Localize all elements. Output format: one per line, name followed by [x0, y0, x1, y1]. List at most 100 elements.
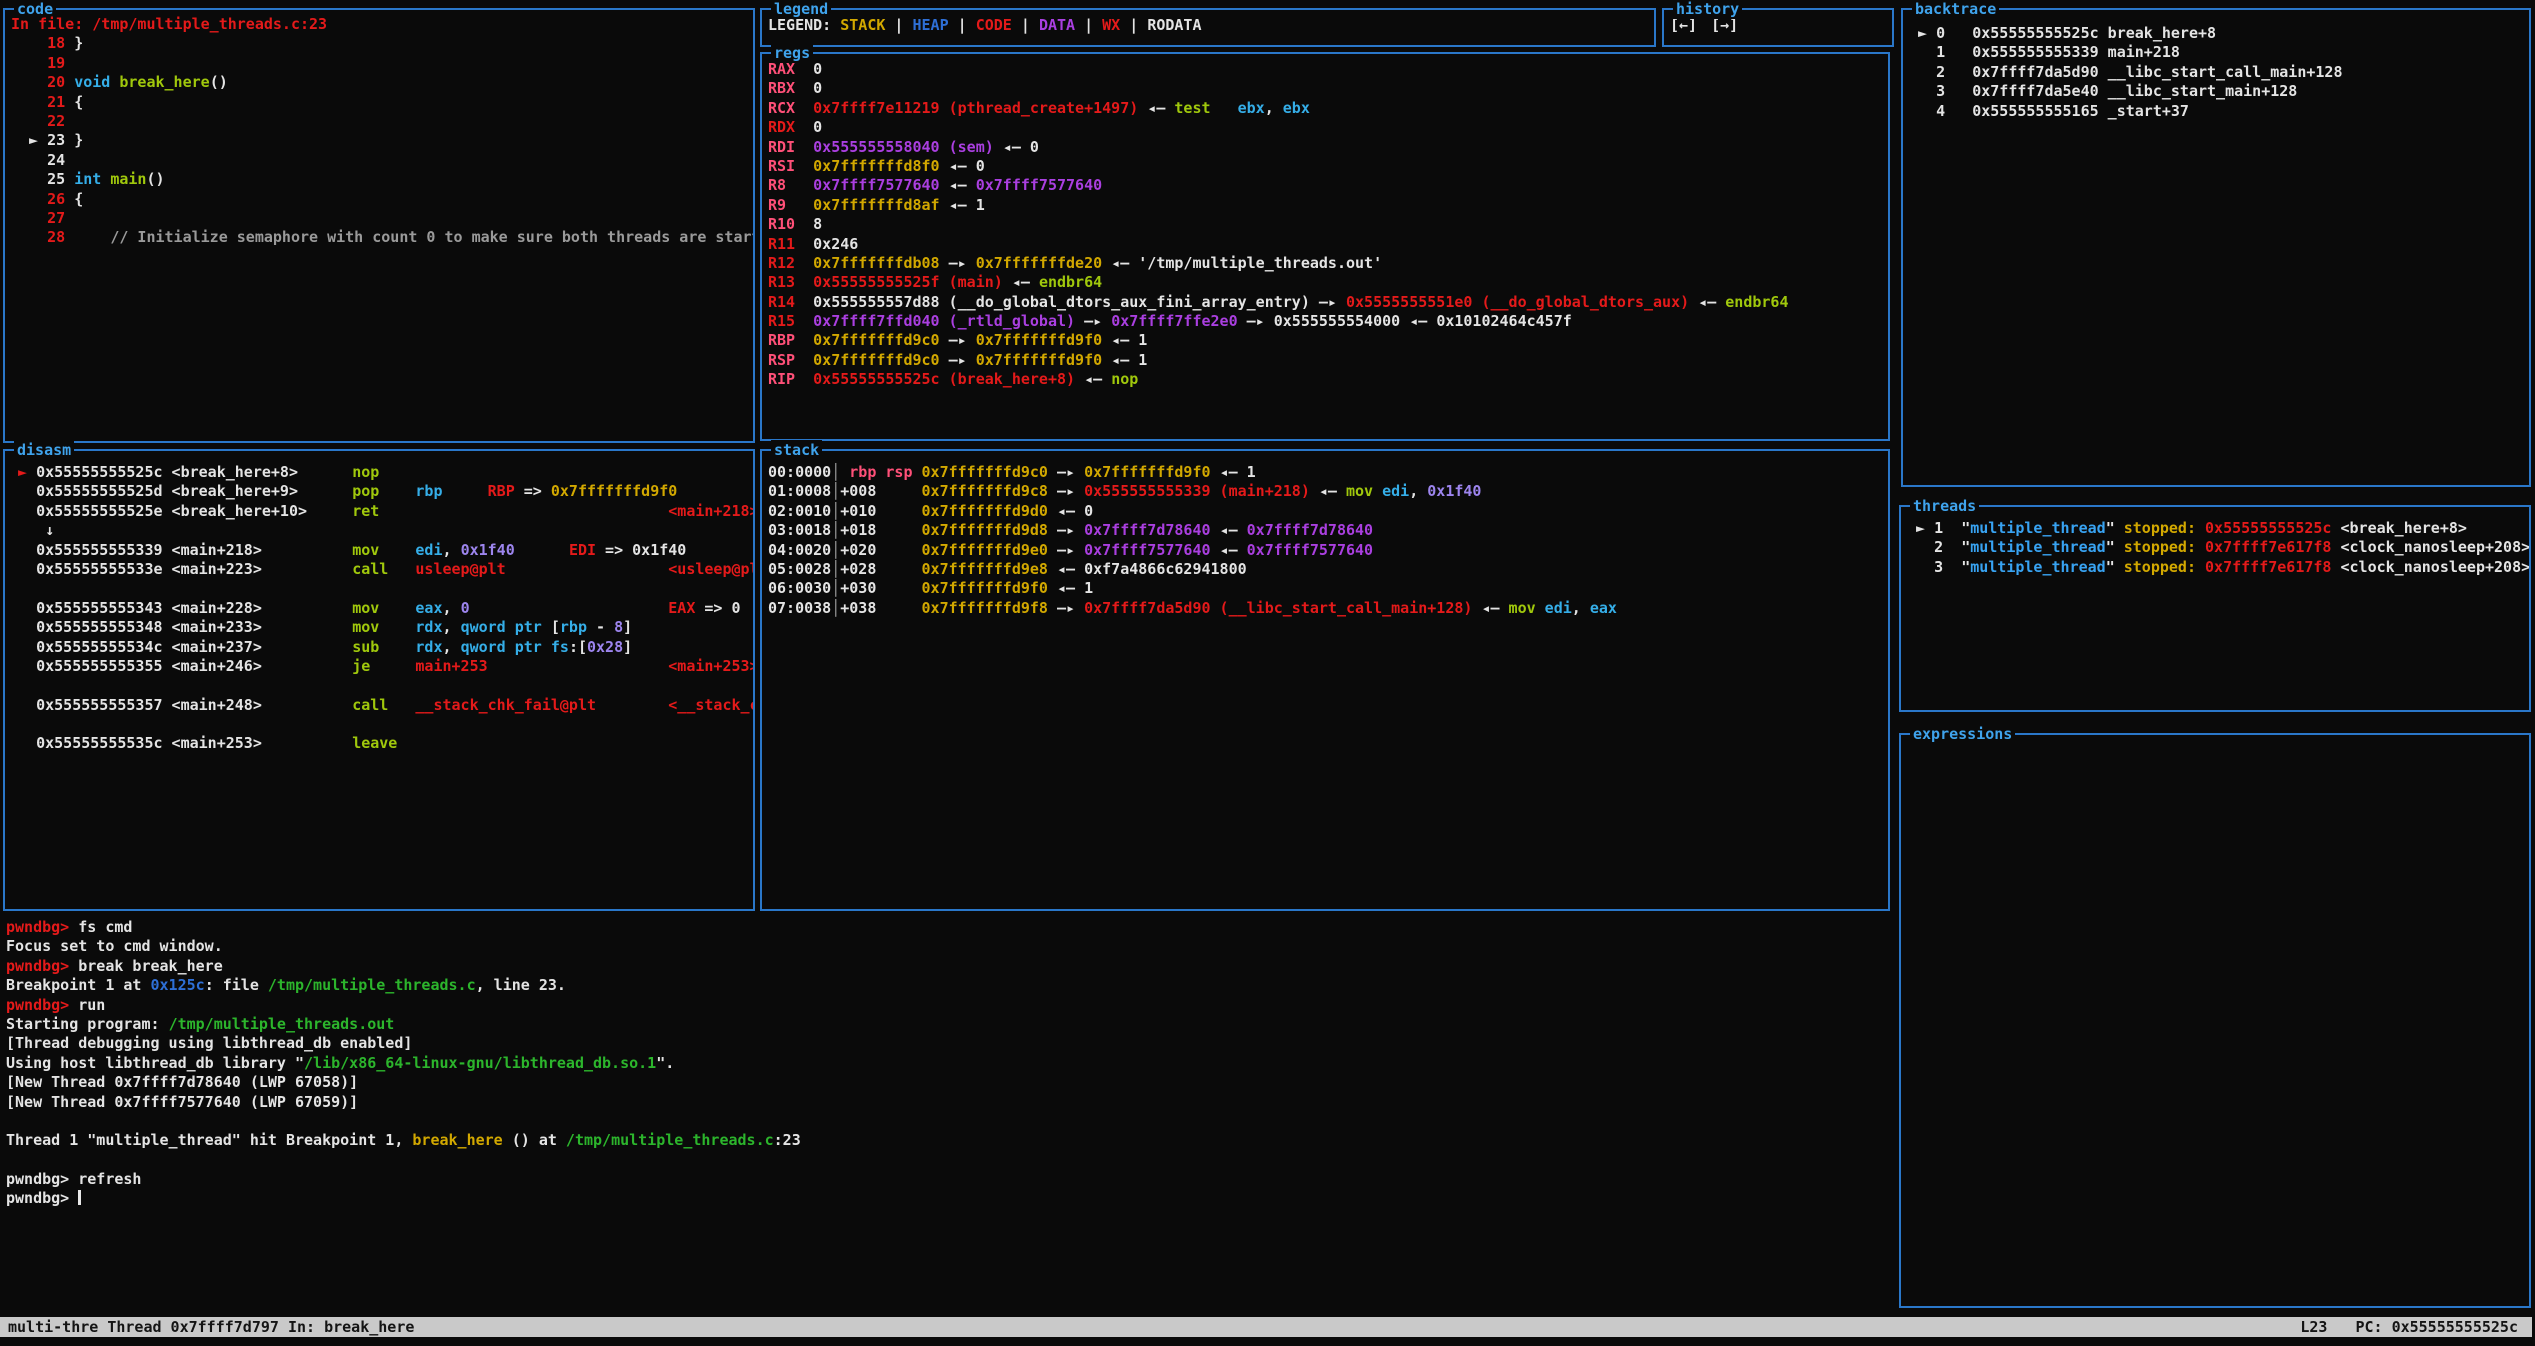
terminal-line: 1 0x555555555339 main+218	[1909, 43, 2529, 62]
regs-lines: RAX 0RBX 0RCX 0x7ffff7e11219 (pthread_cr…	[762, 54, 1888, 439]
status-line-indicator: L23	[2300, 1317, 2327, 1337]
threads-panel: threads ► 1 "multiple_thread" stopped: 0…	[1899, 505, 2531, 712]
terminal-line: pwndbg> break break_here	[6, 957, 1706, 976]
text-cursor	[78, 1190, 81, 1205]
history-panel: history [←] [→]	[1662, 8, 1894, 47]
terminal-line: 06:0030│+030 0x7fffffffd9f0 ◂— 1	[768, 579, 1888, 598]
terminal-line: 27	[11, 209, 753, 228]
disasm-panel: disasm ► 0x55555555525c <break_here+8> n…	[3, 449, 755, 911]
terminal-line: 0x555555555348 <main+233> mov rdx, qword…	[9, 618, 753, 637]
terminal-line: Thread 1 "multiple_thread" hit Breakpoin…	[6, 1131, 1706, 1150]
terminal-line: 04:0020│+020 0x7fffffffd9e0 —▸ 0x7ffff75…	[768, 541, 1888, 560]
terminal-line: 20 void break_here()	[11, 73, 753, 92]
terminal-line: 01:0008│+008 0x7fffffffd9c8 —▸ 0x5555555…	[768, 482, 1888, 501]
terminal-line: ↓	[9, 521, 753, 540]
terminal-line: R10 8	[768, 215, 1888, 234]
terminal-line: Focus set to cmd window.	[6, 937, 1706, 956]
pwndbg-terminal: code In file: /tmp/multiple_threads.c:23…	[0, 0, 2535, 1346]
terminal-line: 19	[11, 54, 753, 73]
disasm-lines: ► 0x55555555525c <break_here+8> nop 0x55…	[5, 451, 753, 909]
terminal-line	[9, 579, 753, 598]
terminal-line: pwndbg> fs cmd	[6, 918, 1706, 937]
terminal-line	[9, 715, 753, 734]
legend-lines: LEGEND: STACK | HEAP | CODE | DATA | WX …	[762, 10, 1654, 45]
terminal-line	[6, 1112, 1706, 1131]
terminal-line: 0x555555555339 <main+218> mov edi, 0x1f4…	[9, 541, 753, 560]
terminal-line: 22	[11, 112, 753, 131]
terminal-line: RBP 0x7fffffffd9c0 —▸ 0x7fffffffd9f0 ◂— …	[768, 331, 1888, 350]
console-input-line[interactable]: pwndbg>	[6, 1189, 1706, 1208]
terminal-line: 03:0018│+018 0x7fffffffd9d8 —▸ 0x7ffff7d…	[768, 521, 1888, 540]
terminal-line: R12 0x7fffffffdb08 —▸ 0x7fffffffde20 ◂— …	[768, 254, 1888, 273]
terminal-line: LEGEND: STACK | HEAP | CODE | DATA | WX …	[768, 16, 1654, 35]
terminal-line: 00:0000│ rbp rsp 0x7fffffffd9c0 —▸ 0x7ff…	[768, 463, 1888, 482]
terminal-line: RIP 0x55555555525c (break_here+8) ◂— nop	[768, 370, 1888, 389]
stack-lines: 00:0000│ rbp rsp 0x7fffffffd9c0 —▸ 0x7ff…	[762, 451, 1888, 909]
terminal-line: R11 0x246	[768, 235, 1888, 254]
status-pc-value: 0x55555555525c	[2392, 1317, 2518, 1337]
code-lines: In file: /tmp/multiple_threads.c:23 18 }…	[5, 10, 753, 441]
terminal-line: RSP 0x7fffffffd9c0 —▸ 0x7fffffffd9f0 ◂— …	[768, 351, 1888, 370]
expressions-panel: expressions	[1899, 733, 2531, 1308]
terminal-line: 2 0x7ffff7da5d90 __libc_start_call_main+…	[1909, 63, 2529, 82]
gdb-console: pwndbg> fs cmdFocus set to cmd window.pw…	[6, 918, 1706, 1209]
terminal-line: RDI 0x555555558040 (sem) ◂— 0	[768, 138, 1888, 157]
status-pc-label: PC:	[2355, 1317, 2382, 1337]
regs-panel: regs RAX 0RBX 0RCX 0x7ffff7e11219 (pthre…	[760, 52, 1890, 441]
terminal-line: R8 0x7ffff7577640 ◂— 0x7ffff7577640	[768, 176, 1888, 195]
terminal-line: 3 "multiple_thread" stopped: 0x7ffff7e61…	[1907, 558, 2529, 577]
terminal-line: In file: /tmp/multiple_threads.c:23	[11, 15, 753, 34]
terminal-line: RDX 0	[768, 118, 1888, 137]
terminal-line: ► 0 0x55555555525c break_here+8	[1909, 24, 2529, 43]
status-bar-context: multi-thre Thread 0x7ffff7d797 In: break…	[8, 1317, 414, 1337]
terminal-line: 0x55555555533e <main+223> call usleep@pl…	[9, 560, 753, 579]
terminal-line: R13 0x55555555525f (main) ◂— endbr64	[768, 273, 1888, 292]
status-bar: multi-thre Thread 0x7ffff7d797 In: break…	[0, 1317, 2532, 1337]
terminal-line: [New Thread 0x7ffff7577640 (LWP 67059)]	[6, 1093, 1706, 1112]
terminal-line: 0x555555555357 <main+248> call __stack_c…	[9, 696, 753, 715]
terminal-line: 21 {	[11, 93, 753, 112]
terminal-line: 28 // Initialize semaphore with count 0 …	[11, 228, 753, 247]
terminal-line	[9, 676, 753, 695]
terminal-line: 24	[11, 151, 753, 170]
terminal-line: [Thread debugging using libthread_db ena…	[6, 1034, 1706, 1053]
backtrace-panel: backtrace ► 0 0x55555555525c break_here+…	[1901, 8, 2531, 487]
terminal-line: Starting program: /tmp/multiple_threads.…	[6, 1015, 1706, 1034]
code-panel: code In file: /tmp/multiple_threads.c:23…	[3, 8, 755, 443]
terminal-line: pwndbg> run	[6, 996, 1706, 1015]
terminal-line: 0x55555555525e <break_here+10> ret <main…	[9, 502, 753, 521]
threads-lines: ► 1 "multiple_thread" stopped: 0x5555555…	[1901, 507, 2529, 710]
terminal-line: 4 0x555555555165 _start+37	[1909, 102, 2529, 121]
terminal-line: RSI 0x7fffffffd8f0 ◂— 0	[768, 157, 1888, 176]
console-prompt: pwndbg>	[6, 1189, 78, 1207]
terminal-line: ► 0x55555555525c <break_here+8> nop	[9, 463, 753, 482]
backtrace-lines: ► 0 0x55555555525c break_here+8 1 0x5555…	[1903, 10, 2529, 485]
terminal-line: pwndbg> refresh	[6, 1170, 1706, 1189]
terminal-line: RBX 0	[768, 79, 1888, 98]
terminal-line: ► 1 "multiple_thread" stopped: 0x5555555…	[1907, 519, 2529, 538]
terminal-line	[6, 1151, 1706, 1170]
terminal-line: 18 }	[11, 34, 753, 53]
terminal-line: 26 {	[11, 190, 753, 209]
console-output: pwndbg> fs cmdFocus set to cmd window.pw…	[6, 918, 1706, 1189]
terminal-line: 0x55555555535c <main+253> leave	[9, 734, 753, 753]
terminal-line: 05:0028│+028 0x7fffffffd9e8 ◂— 0xf7a4866…	[768, 560, 1888, 579]
history-panel-title: history	[1673, 0, 1742, 19]
terminal-line: 0x555555555343 <main+228> mov eax, 0 EAX…	[9, 599, 753, 618]
expressions-lines	[1901, 735, 2529, 1306]
terminal-line: R15 0x7ffff7ffd040 (_rtld_global) —▸ 0x7…	[768, 312, 1888, 331]
terminal-line: 0x55555555525d <break_here+9> pop rbp RB…	[9, 482, 753, 501]
legend-panel: legend LEGEND: STACK | HEAP | CODE | DAT…	[760, 8, 1656, 47]
terminal-line: RAX 0	[768, 60, 1888, 79]
terminal-line: 2 "multiple_thread" stopped: 0x7ffff7e61…	[1907, 538, 2529, 557]
terminal-line: 0x555555555355 <main+246> je main+253 <m…	[9, 657, 753, 676]
terminal-line: ► 23 }	[11, 131, 753, 150]
terminal-line: R9 0x7fffffffd8af ◂— 1	[768, 196, 1888, 215]
terminal-line: Breakpoint 1 at 0x125c: file /tmp/multip…	[6, 976, 1706, 995]
stack-panel: stack 00:0000│ rbp rsp 0x7fffffffd9c0 —▸…	[760, 449, 1890, 911]
terminal-line: 07:0038│+038 0x7fffffffd9f8 —▸ 0x7ffff7d…	[768, 599, 1888, 618]
terminal-line: R14 0x555555557d88 (__do_global_dtors_au…	[768, 293, 1888, 312]
terminal-line: [New Thread 0x7ffff7d78640 (LWP 67058)]	[6, 1073, 1706, 1092]
terminal-line: Using host libthread_db library "/lib/x8…	[6, 1054, 1706, 1073]
terminal-line: RCX 0x7ffff7e11219 (pthread_create+1497)…	[768, 99, 1888, 118]
